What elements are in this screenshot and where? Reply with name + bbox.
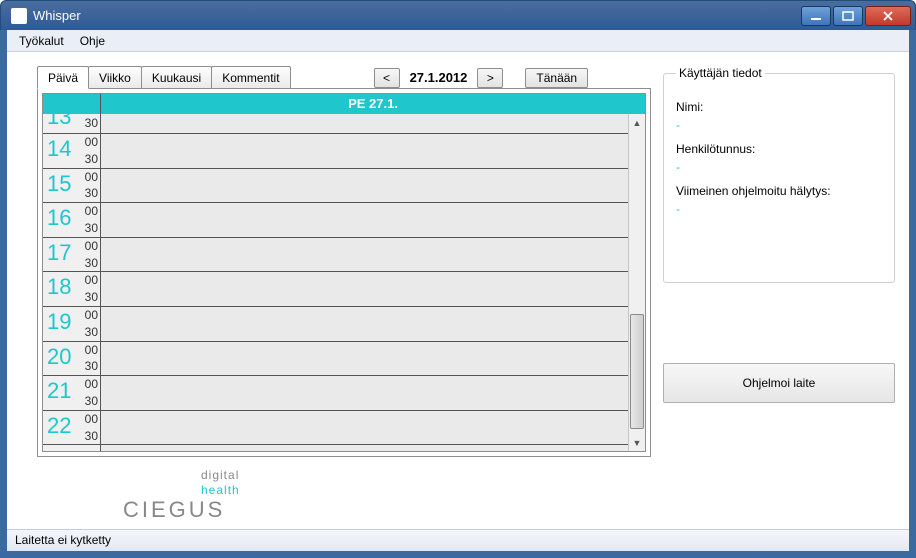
date-nav: < 27.1.2012 > Tänään xyxy=(374,68,589,88)
last-alarm-label: Viimeinen ohjelmoitu hälytys: xyxy=(676,184,882,198)
prev-day-button[interactable]: < xyxy=(374,68,400,88)
scroll-thumb[interactable] xyxy=(630,314,644,429)
ssn-value: - xyxy=(676,160,882,174)
grid-slot[interactable] xyxy=(101,114,628,134)
statusbar: Laitetta ei kytketty xyxy=(7,529,909,551)
menu-help[interactable]: Ohje xyxy=(72,32,113,50)
menu-tools[interactable]: Työkalut xyxy=(11,32,72,50)
time-slot: 170030 xyxy=(43,238,100,273)
logo: digitalhealth CIEGUS xyxy=(123,467,651,523)
next-day-button[interactable]: > xyxy=(477,68,503,88)
time-slot: 1330 xyxy=(43,114,100,134)
header-corner xyxy=(43,94,101,114)
minimize-button[interactable] xyxy=(801,6,831,26)
grid-slot[interactable] xyxy=(101,238,628,273)
scrollbar[interactable]: ▲ ▼ xyxy=(628,114,645,451)
scroll-up-icon[interactable]: ▲ xyxy=(629,114,645,131)
user-info-title: Käyttäjän tiedot xyxy=(676,66,765,80)
user-info-box: Käyttäjän tiedot Nimi: - Henkilötunnus: … xyxy=(663,66,895,283)
app-icon xyxy=(11,8,27,24)
right-pane: Käyttäjän tiedot Nimi: - Henkilötunnus: … xyxy=(663,66,895,529)
calendar-body: 1330 140030 150030 160030 170030 180030 … xyxy=(43,114,645,451)
time-column: 1330 140030 150030 160030 170030 180030 … xyxy=(43,114,101,451)
time-slot: 190030 xyxy=(43,307,100,342)
grid-slot[interactable] xyxy=(101,376,628,411)
tab-month[interactable]: Kuukausi xyxy=(141,66,212,89)
grid-column[interactable] xyxy=(101,114,628,451)
logo-brand: CIEGUS xyxy=(123,497,651,523)
program-device-button[interactable]: Ohjelmoi laite xyxy=(663,363,895,403)
name-label: Nimi: xyxy=(676,100,882,114)
grid-slot[interactable] xyxy=(101,411,628,446)
time-slot: 140030 xyxy=(43,134,100,169)
left-pane: Päivä Viikko Kuukausi Kommentit < 27.1.2… xyxy=(37,66,651,529)
status-text: Laitetta ei kytketty xyxy=(15,533,111,547)
calendar-panel: PE 27.1. 1330 140030 150030 160030 17003… xyxy=(37,88,651,457)
grid-slot[interactable] xyxy=(101,203,628,238)
titlebar: Whisper xyxy=(0,0,916,30)
maximize-button[interactable] xyxy=(833,6,863,26)
menubar: Työkalut Ohje xyxy=(7,30,909,52)
control-row: Päivä Viikko Kuukausi Kommentit < 27.1.2… xyxy=(37,66,651,89)
tab-day[interactable]: Päivä xyxy=(37,66,89,89)
day-header-label: PE 27.1. xyxy=(101,94,645,114)
time-slot: 220030 xyxy=(43,411,100,446)
time-slot: 160030 xyxy=(43,203,100,238)
ssn-label: Henkilötunnus: xyxy=(676,142,882,156)
grid-slot[interactable] xyxy=(101,169,628,204)
time-slot: 150030 xyxy=(43,169,100,204)
view-tabs: Päivä Viikko Kuukausi Kommentit xyxy=(37,66,290,89)
close-button[interactable] xyxy=(865,6,911,26)
today-button[interactable]: Tänään xyxy=(525,68,588,88)
calendar-inner: PE 27.1. 1330 140030 150030 160030 17003… xyxy=(42,93,646,452)
tab-week[interactable]: Viikko xyxy=(88,66,142,89)
time-slot: 180030 xyxy=(43,272,100,307)
grid-slot[interactable] xyxy=(101,307,628,342)
grid-slot[interactable] xyxy=(101,134,628,169)
window-buttons xyxy=(801,6,911,26)
current-date: 27.1.2012 xyxy=(406,70,472,85)
time-slot: 210030 xyxy=(43,376,100,411)
grid-slot[interactable] xyxy=(101,272,628,307)
content-area: Päivä Viikko Kuukausi Kommentit < 27.1.2… xyxy=(7,52,909,529)
calendar-header: PE 27.1. xyxy=(43,94,645,114)
tab-comments[interactable]: Kommentit xyxy=(211,66,290,89)
window-title: Whisper xyxy=(33,8,801,23)
logo-tagline: digitalhealth xyxy=(201,467,651,497)
grid-slot[interactable] xyxy=(101,342,628,377)
scroll-down-icon[interactable]: ▼ xyxy=(629,434,645,451)
last-alarm-value: - xyxy=(676,202,882,216)
name-value: - xyxy=(676,118,882,132)
window-frame: Työkalut Ohje Päivä Viikko Kuukausi Komm… xyxy=(0,30,916,558)
time-slot: 200030 xyxy=(43,342,100,377)
